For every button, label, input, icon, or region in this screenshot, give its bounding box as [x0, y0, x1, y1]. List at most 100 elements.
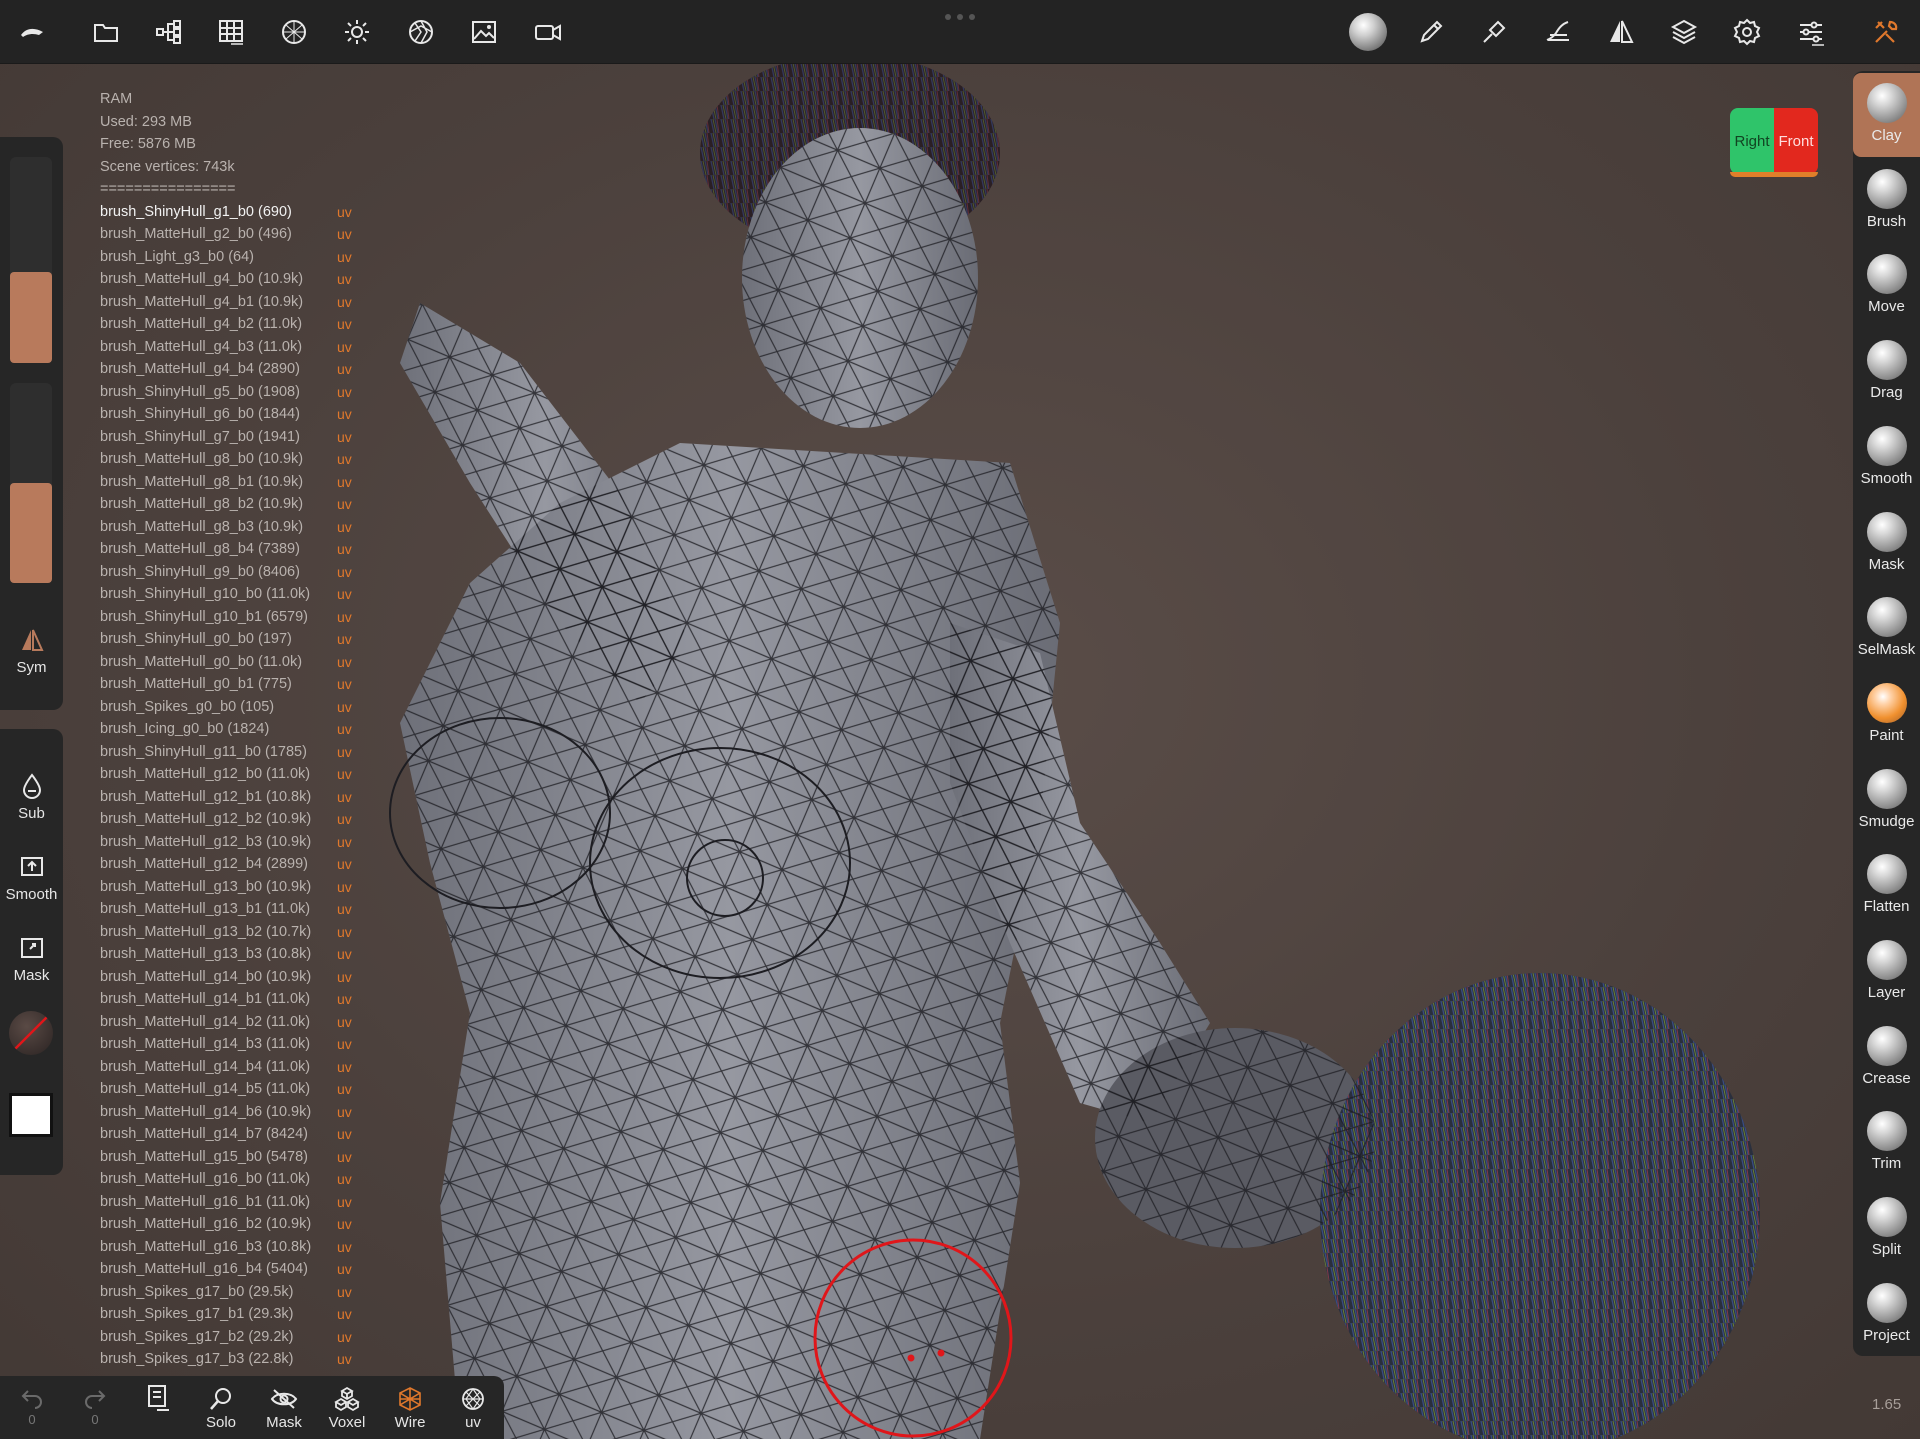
redo-button[interactable]: 0 — [65, 1376, 125, 1439]
paint-tool-icon[interactable] — [1470, 8, 1518, 56]
mesh-row[interactable]: brush_MatteHull_g12_b3 (10.9k) uv — [100, 831, 352, 854]
logo-icon[interactable] — [8, 8, 56, 56]
mesh-row[interactable]: brush_MatteHull_g14_b1 (11.0k) uv — [100, 988, 352, 1011]
sliders-icon[interactable] — [1787, 8, 1835, 56]
mesh-row[interactable]: brush_ShinyHull_g10_b0 (11.0k) uv — [100, 583, 352, 606]
brush-flatten[interactable]: Flatten — [1853, 844, 1920, 928]
brush-paint[interactable]: Paint — [1853, 673, 1920, 757]
scene-list-button[interactable] — [128, 1376, 188, 1439]
mesh-row[interactable]: brush_MatteHull_g16_b4 (5404) uv — [100, 1258, 352, 1281]
mesh-row[interactable]: brush_MatteHull_g4_b0 (10.9k) uv — [100, 268, 352, 291]
mesh-row[interactable]: brush_MatteHull_g15_b0 (5478) uv — [100, 1146, 352, 1169]
mesh-row[interactable]: brush_ShinyHull_g5_b0 (1908) uv — [100, 381, 352, 404]
pen-icon[interactable] — [1407, 8, 1455, 56]
mesh-row[interactable]: brush_MatteHull_g16_b3 (10.8k) uv — [100, 1236, 352, 1259]
wire-button[interactable]: Wire — [380, 1376, 440, 1439]
mesh-row[interactable]: brush_MatteHull_g14_b2 (11.0k) uv — [100, 1011, 352, 1034]
mesh-row[interactable]: brush_MatteHull_g14_b3 (11.0k) uv — [100, 1033, 352, 1056]
mesh-row[interactable]: brush_Spikes_g0_b0 (105) uv — [100, 696, 352, 719]
mesh-row[interactable]: brush_MatteHull_g12_b1 (10.8k) uv — [100, 786, 352, 809]
solo-button[interactable]: Solo — [191, 1376, 251, 1439]
mesh-row[interactable]: brush_MatteHull_g13_b3 (10.8k) uv — [100, 943, 352, 966]
material-icon[interactable] — [270, 8, 318, 56]
uv-button[interactable]: uv — [443, 1376, 503, 1439]
mesh-row[interactable]: brush_MatteHull_g14_b5 (11.0k) uv — [100, 1078, 352, 1101]
brush-mask[interactable]: Mask — [1853, 502, 1920, 586]
view-gizmo[interactable]: Right Front — [1730, 108, 1818, 178]
mesh-row[interactable]: brush_Spikes_g17_b3 (22.8k) uv — [100, 1348, 352, 1371]
brush-smudge[interactable]: Smudge — [1853, 759, 1920, 843]
mesh-row[interactable]: brush_MatteHull_g14_b0 (10.9k) uv — [100, 966, 352, 989]
mesh-row[interactable]: brush_MatteHull_g4_b4 (2890) uv — [100, 358, 352, 381]
material-swatch[interactable] — [9, 1011, 53, 1055]
mesh-row[interactable]: brush_ShinyHull_g9_b0 (8406) uv — [100, 561, 352, 584]
undo-button[interactable]: 0 — [2, 1376, 62, 1439]
mesh-row[interactable]: brush_MatteHull_g14_b7 (8424) uv — [100, 1123, 352, 1146]
mesh-row[interactable]: brush_MatteHull_g13_b1 (11.0k) uv — [100, 898, 352, 921]
mask-button[interactable]: Mask — [0, 931, 63, 984]
settings-icon[interactable] — [1723, 8, 1771, 56]
brush-smooth[interactable]: Smooth — [1853, 416, 1920, 500]
brush-move[interactable]: Move — [1853, 244, 1920, 328]
mesh-row[interactable]: brush_MatteHull_g8_b0 (10.9k) uv — [100, 448, 352, 471]
mesh-row[interactable]: brush_MatteHull_g14_b4 (11.0k) uv — [100, 1056, 352, 1079]
matcap-sphere-icon[interactable] — [1344, 8, 1392, 56]
brush-project[interactable]: Project — [1853, 1273, 1920, 1357]
brush-selmask[interactable]: SelMask — [1853, 587, 1920, 671]
mesh-row[interactable]: brush_MatteHull_g0_b0 (11.0k) uv — [100, 651, 352, 674]
brush-split[interactable]: Split — [1853, 1187, 1920, 1271]
mesh-row[interactable]: brush_ShinyHull_g10_b1 (6579) uv — [100, 606, 352, 629]
mesh-row[interactable]: brush_Spikes_g17_b0 (29.5k) uv — [100, 1281, 352, 1304]
brush-trim[interactable]: Trim — [1853, 1101, 1920, 1185]
mesh-row[interactable]: brush_ShinyHull_g6_b0 (1844) uv — [100, 403, 352, 426]
smooth-button[interactable]: Smooth — [0, 850, 63, 903]
mesh-row[interactable]: brush_Spikes_g17_b1 (29.3k) uv — [100, 1303, 352, 1326]
mesh-row[interactable]: brush_ShinyHull_g11_b0 (1785) uv — [100, 741, 352, 764]
mesh-row[interactable]: brush_MatteHull_g13_b0 (10.9k) uv — [100, 876, 352, 899]
mesh-row[interactable]: brush_Light_g3_b0 (64) uv — [100, 246, 352, 269]
render-icon[interactable] — [397, 8, 445, 56]
brush-layer[interactable]: Layer — [1853, 930, 1920, 1014]
tools-icon[interactable] — [1862, 8, 1910, 56]
mesh-row[interactable]: brush_Spikes_g17_b2 (29.2k) uv — [100, 1326, 352, 1349]
symmetry-icon[interactable] — [1597, 8, 1645, 56]
mesh-row[interactable]: brush_Icing_g0_b0 (1824) uv — [100, 718, 352, 741]
brush-crease[interactable]: Crease — [1853, 1016, 1920, 1100]
mesh-row[interactable]: brush_MatteHull_g4_b2 (11.0k) uv — [100, 313, 352, 336]
mesh-row[interactable]: brush_ShinyHull_g0_b0 (197) uv — [100, 628, 352, 651]
mesh-row[interactable]: brush_MatteHull_g8_b4 (7389) uv — [100, 538, 352, 561]
layers-icon[interactable] — [1660, 8, 1708, 56]
mesh-row[interactable]: brush_MatteHull_g16_b0 (11.0k) uv — [100, 1168, 352, 1191]
sym-button[interactable]: Sym — [0, 623, 63, 676]
scene-tree-icon[interactable] — [145, 8, 193, 56]
brush-drag[interactable]: Drag — [1853, 330, 1920, 414]
mesh-row[interactable]: brush_MatteHull_g4_b1 (10.9k) uv — [100, 291, 352, 314]
mesh-row[interactable]: brush_MatteHull_g4_b3 (11.0k) uv — [100, 336, 352, 359]
brush-brush[interactable]: Brush — [1853, 159, 1920, 243]
video-icon[interactable] — [524, 8, 572, 56]
mesh-row[interactable]: brush_MatteHull_g8_b3 (10.9k) uv — [100, 516, 352, 539]
image-icon[interactable] — [460, 8, 508, 56]
mesh-row[interactable]: brush_MatteHull_g12_b0 (11.0k) uv — [100, 763, 352, 786]
mesh-row[interactable]: brush_ShinyHull_g1_b0 (690) uv — [100, 201, 352, 224]
mesh-row[interactable]: brush_MatteHull_g14_b6 (10.9k) uv — [100, 1101, 352, 1124]
stroke-icon[interactable] — [1534, 8, 1582, 56]
mesh-row[interactable]: brush_MatteHull_g8_b2 (10.9k) uv — [100, 493, 352, 516]
mesh-row[interactable]: brush_MatteHull_g2_b0 (496) uv — [100, 223, 352, 246]
gizmo-front-face[interactable]: Front — [1774, 108, 1818, 174]
mesh-row[interactable]: brush_MatteHull_g16_b2 (10.9k) uv — [100, 1213, 352, 1236]
brush-clay[interactable]: Clay — [1853, 73, 1920, 157]
voxel-button[interactable]: Voxel — [317, 1376, 377, 1439]
gizmo-right-face[interactable]: Right — [1730, 108, 1774, 174]
mesh-row[interactable]: brush_MatteHull_g12_b4 (2899) uv — [100, 853, 352, 876]
mesh-row[interactable]: brush_MatteHull_g16_b1 (11.0k) uv — [100, 1191, 352, 1214]
mesh-row[interactable]: brush_MatteHull_g13_b2 (10.7k) uv — [100, 921, 352, 944]
sub-button[interactable]: Sub — [0, 769, 63, 822]
drag-handle-icon[interactable] — [944, 14, 976, 20]
mask-visibility-button[interactable]: Mask — [254, 1376, 314, 1439]
mesh-row[interactable]: brush_ShinyHull_g7_b0 (1941) uv — [100, 426, 352, 449]
folder-icon[interactable] — [82, 8, 130, 56]
color-swatch[interactable] — [9, 1093, 53, 1137]
mesh-row[interactable]: brush_MatteHull_g12_b2 (10.9k) uv — [100, 808, 352, 831]
grid-icon[interactable] — [207, 8, 255, 56]
